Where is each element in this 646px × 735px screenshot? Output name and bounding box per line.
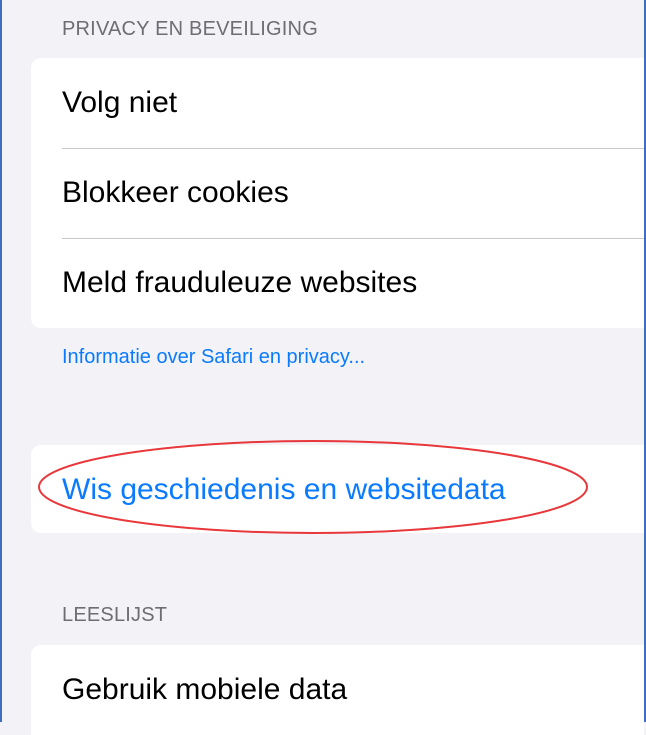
section-header-privacy: PRIVACY EN BEVEILIGING: [62, 18, 318, 40]
window-frame-left: [0, 0, 2, 722]
row-block-cookies[interactable]: Blokkeer cookies: [31, 148, 644, 238]
section-header-reading-list: LEESLIJST: [62, 604, 168, 626]
privacy-settings-group: Volg niet Blokkeer cookies Meld fraudule…: [31, 58, 644, 328]
row-separator: [62, 148, 644, 149]
row-separator: [62, 238, 644, 239]
row-label-fraudulent-websites: Meld frauduleuze websites: [62, 266, 418, 299]
row-fraudulent-websites[interactable]: Meld frauduleuze websites: [31, 238, 644, 328]
row-label-block-cookies: Blokkeer cookies: [62, 176, 289, 209]
clear-history-button[interactable]: Wis geschiedenis en websitedata: [62, 445, 506, 535]
safari-privacy-info-link[interactable]: Informatie over Safari en privacy...: [62, 346, 365, 369]
row-label-do-not-track: Volg niet: [62, 86, 178, 119]
row-do-not-track[interactable]: Volg niet: [31, 58, 644, 148]
